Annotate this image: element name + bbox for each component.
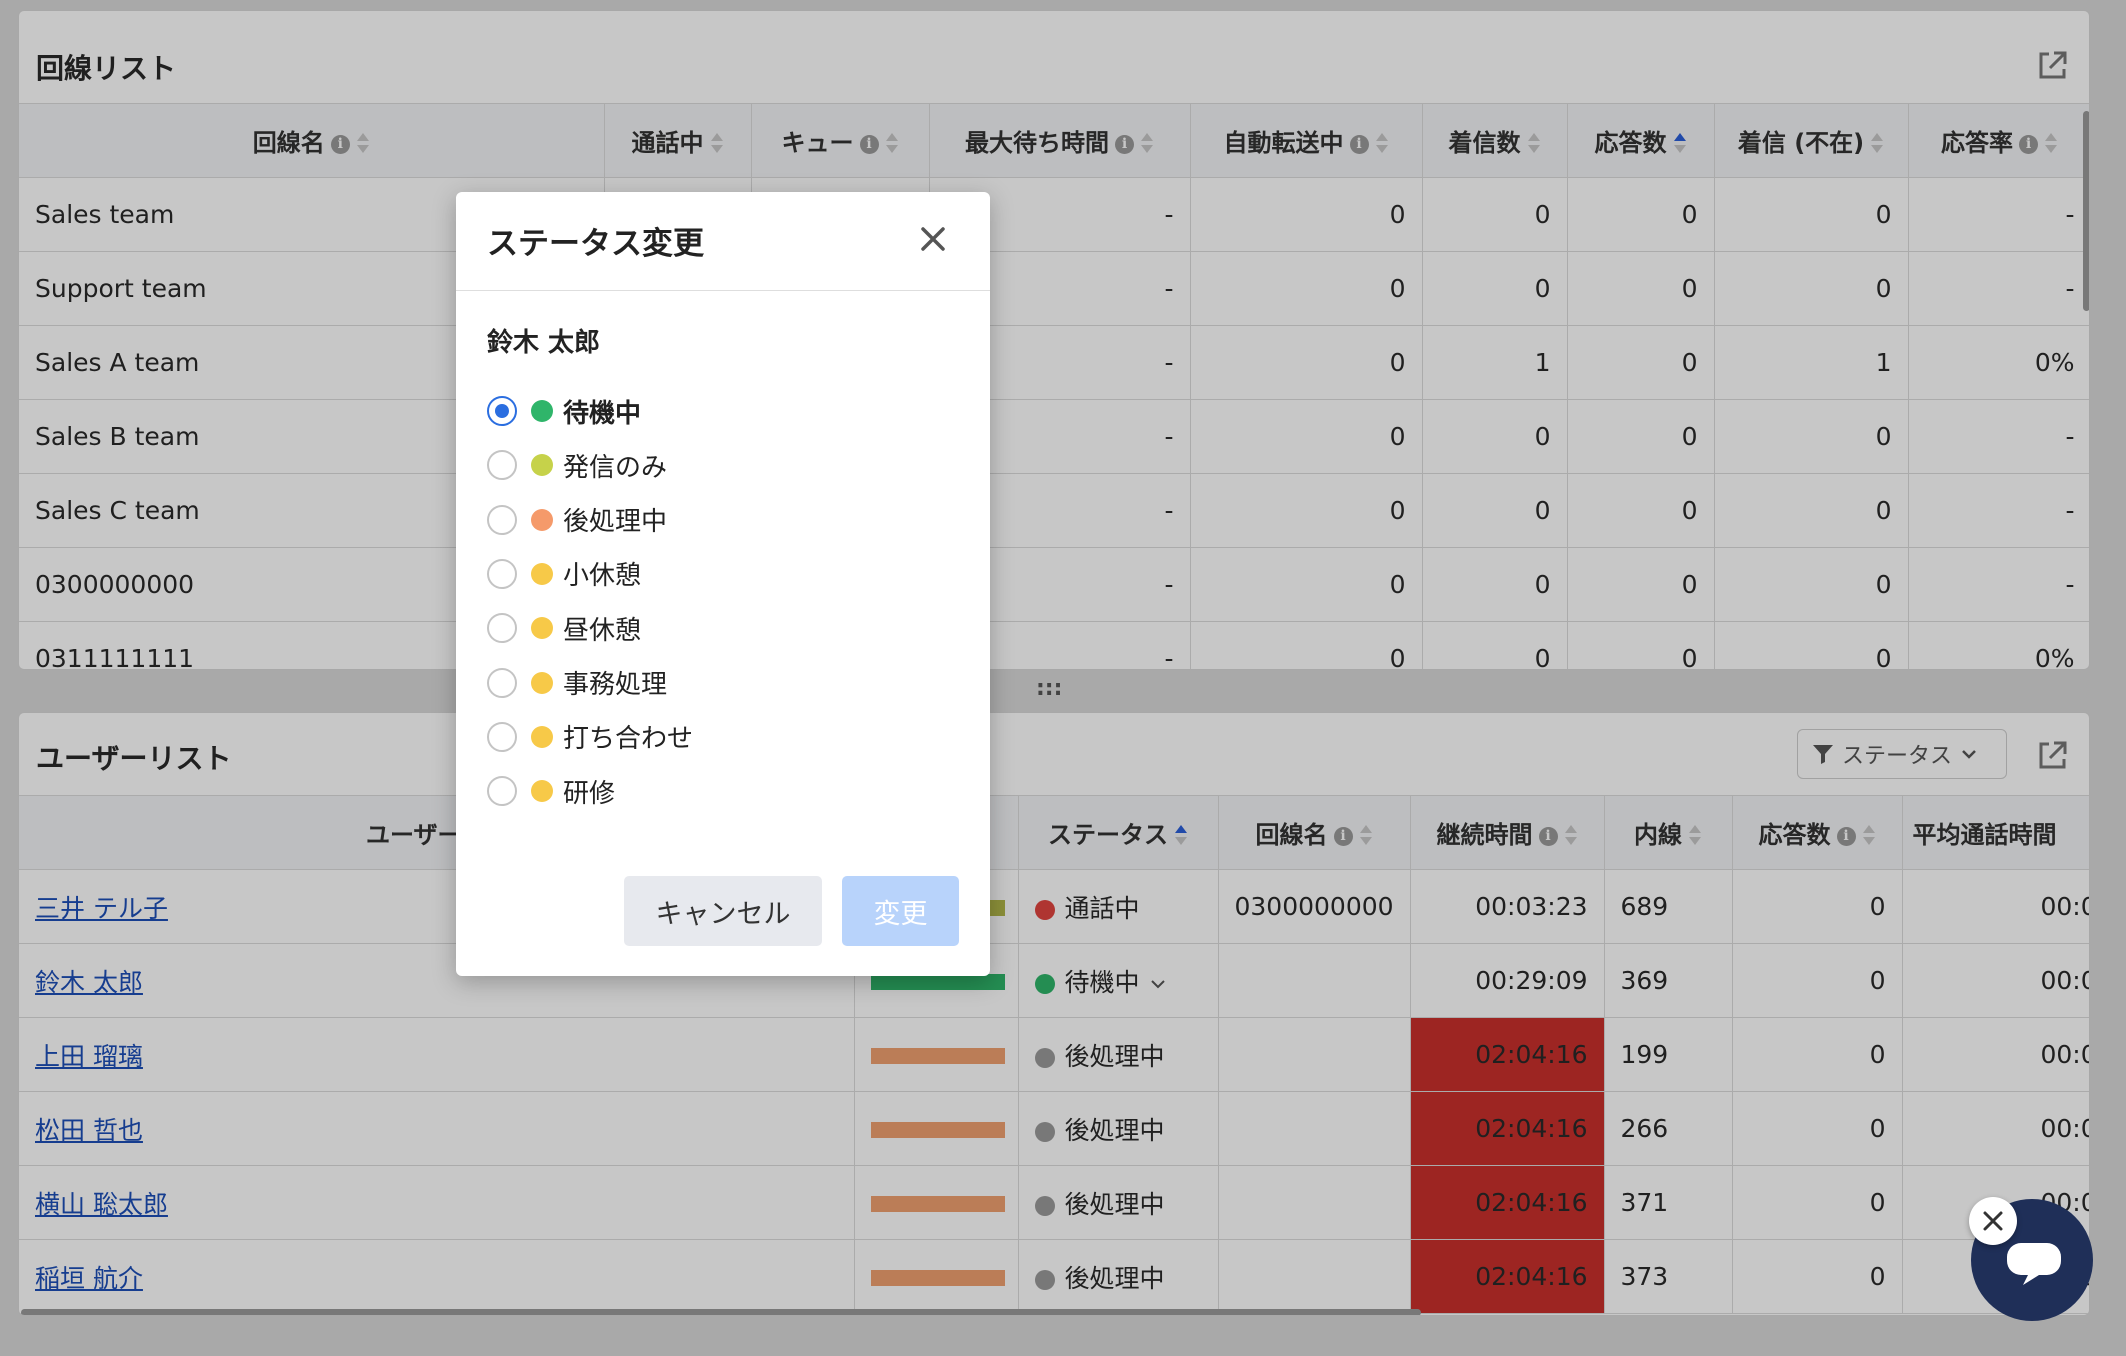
- close-icon[interactable]: [918, 224, 948, 254]
- status-option[interactable]: 昼休憩: [487, 608, 641, 648]
- status-dot: [531, 617, 553, 640]
- status-option-label: 発信のみ: [563, 452, 668, 483]
- status-option-label: 待機中: [563, 398, 642, 429]
- change-button[interactable]: 変更: [842, 876, 959, 946]
- status-option[interactable]: 研修: [487, 771, 615, 811]
- status-dot: [531, 508, 553, 531]
- status-dot: [531, 454, 553, 477]
- status-option[interactable]: 待機中: [487, 391, 641, 431]
- status-option-label: 事務処理: [563, 670, 668, 700]
- status-option[interactable]: 打ち合わせ: [487, 717, 693, 757]
- status-option-label: 小休憩: [563, 561, 642, 592]
- radio-button[interactable]: [487, 396, 517, 426]
- status-option[interactable]: 小休憩: [487, 554, 641, 594]
- dialog-title: ステータス変更: [487, 226, 704, 262]
- radio-button[interactable]: [487, 613, 517, 644]
- status-dot: [531, 780, 553, 803]
- status-option[interactable]: 後処理中: [487, 500, 667, 540]
- status-dot: [531, 400, 553, 422]
- status-option-label: 打ち合わせ: [563, 724, 694, 755]
- status-option-label: 昼休憩: [563, 615, 642, 646]
- close-icon[interactable]: [1969, 1197, 2017, 1245]
- radio-button[interactable]: [487, 776, 517, 807]
- status-option-label: 後処理中: [563, 507, 668, 538]
- dialog-divider: [456, 290, 990, 291]
- radio-button[interactable]: [487, 667, 517, 698]
- modal-backdrop[interactable]: [0, 0, 2126, 1356]
- status-option[interactable]: 発信のみ: [487, 445, 667, 485]
- status-dot: [531, 725, 553, 748]
- radio-button[interactable]: [487, 504, 517, 535]
- cancel-button[interactable]: キャンセル: [624, 876, 822, 946]
- status-change-dialog: ステータス変更 鈴木 太郎 待機中発信のみ後処理中小休憩昼休憩事務処理打ち合わせ…: [456, 192, 990, 976]
- radio-button[interactable]: [487, 450, 517, 481]
- status-option-label: 研修: [563, 778, 616, 809]
- radio-button[interactable]: [487, 558, 517, 589]
- status-dot: [531, 671, 553, 694]
- target-user-name: 鈴木 太郎: [487, 328, 601, 358]
- status-option[interactable]: 事務処理: [487, 663, 667, 703]
- status-dot: [531, 562, 553, 585]
- radio-button[interactable]: [487, 721, 517, 752]
